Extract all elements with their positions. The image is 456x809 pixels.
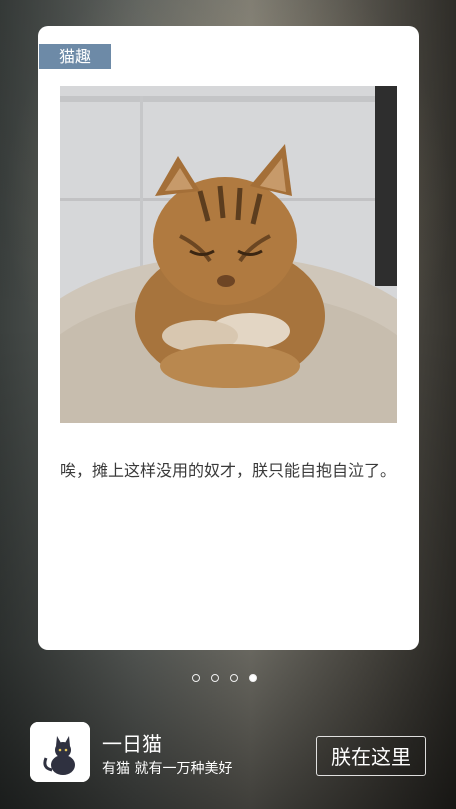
page-dot[interactable] <box>211 674 219 682</box>
page-dot-active[interactable] <box>249 674 257 682</box>
content-card[interactable]: 猫趣 唉，摊上这样没用的奴才，朕只能自抱自泣了。 <box>38 26 419 650</box>
app-name: 一日猫 <box>102 732 162 756</box>
app-logo[interactable] <box>30 722 90 782</box>
card-caption: 唉，摊上这样没用的奴才，朕只能自抱自泣了。 <box>60 461 397 480</box>
category-tag: 猫趣 <box>39 44 111 69</box>
cat-photo[interactable] <box>60 86 397 423</box>
page-indicator <box>192 674 272 686</box>
page-dot[interactable] <box>192 674 200 682</box>
cta-button[interactable]: 朕在这里 <box>316 736 426 776</box>
page-dot[interactable] <box>230 674 238 682</box>
black-cat-icon <box>30 722 90 782</box>
cat-illustration <box>60 86 397 423</box>
app-slogan: 有猫 就有一万种美好 <box>102 761 233 777</box>
